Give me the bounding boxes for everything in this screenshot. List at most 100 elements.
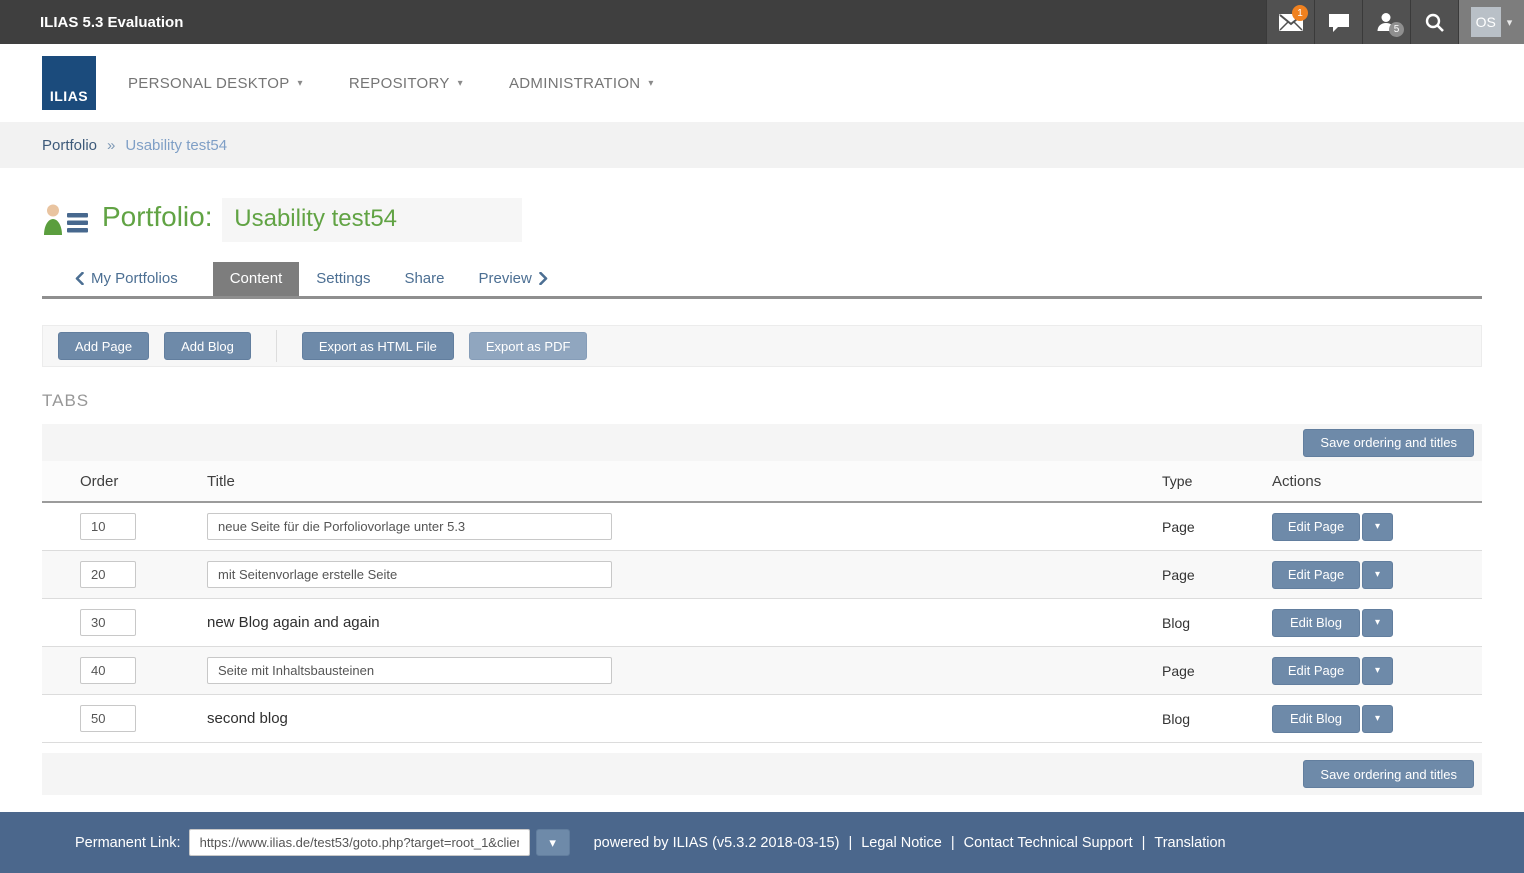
tabs-bar: My Portfolios Content Settings Share Pre… [42, 262, 1482, 299]
chevron-right-icon [539, 272, 548, 285]
contacts-button[interactable]: 5 [1362, 0, 1410, 44]
breadcrumb: Portfolio » Usability test54 [0, 122, 1524, 168]
nav-personal-desktop[interactable]: PERSONAL DESKTOP ▾ [128, 75, 303, 92]
nav-label: ADMINISTRATION [509, 75, 640, 92]
row-dropdown-button[interactable]: ▾ [1362, 561, 1393, 589]
order-input[interactable] [80, 513, 136, 540]
translation-link[interactable]: Translation [1154, 835, 1225, 851]
chevron-left-icon [75, 272, 84, 285]
breadcrumb-current: Usability test54 [125, 137, 227, 154]
table-top-band: Save ordering and titles [42, 424, 1482, 461]
column-header-title: Title [207, 473, 1162, 490]
footer-text: powered by ILIAS (v5.3.2 2018-03-15) | L… [594, 835, 1226, 851]
export-html-button[interactable]: Export as HTML File [302, 332, 454, 360]
edit-blog-button[interactable]: Edit Blog [1272, 609, 1360, 637]
permalink-input[interactable] [189, 829, 530, 856]
tabs-table-panel: Save ordering and titles Order Title Typ… [42, 424, 1482, 795]
user-menu-button[interactable]: OS ▾ [1458, 0, 1524, 44]
tab-share[interactable]: Share [387, 262, 461, 296]
edit-page-button[interactable]: Edit Page [1272, 561, 1360, 589]
title-input[interactable] [207, 657, 612, 684]
footer-separator: | [848, 835, 852, 851]
contact-support-link[interactable]: Contact Technical Support [964, 835, 1133, 851]
tab-preview[interactable]: Preview [461, 262, 564, 296]
title-input[interactable] [207, 561, 612, 588]
column-header-actions: Actions [1272, 473, 1482, 490]
chat-icon [1328, 13, 1350, 32]
chevron-down-icon: ▾ [458, 78, 463, 89]
page-header: Portfolio: Usability test54 [42, 198, 1482, 242]
type-cell: Blog [1162, 711, 1272, 727]
footer-separator: | [1142, 835, 1146, 851]
footer-separator: | [951, 835, 955, 851]
row-dropdown-button[interactable]: ▾ [1362, 705, 1393, 733]
save-ordering-button-top[interactable]: Save ordering and titles [1303, 429, 1474, 457]
tab-settings[interactable]: Settings [299, 262, 387, 296]
nav-items: PERSONAL DESKTOP ▾ REPOSITORY ▾ ADMINIST… [128, 75, 654, 92]
title-cell: second blog [207, 710, 1162, 728]
permalink-dropdown-button[interactable]: ▾ [536, 829, 570, 856]
actions-cell: Edit Blog ▾ [1272, 609, 1482, 637]
row-dropdown-button[interactable]: ▾ [1362, 657, 1393, 685]
tab-label: Preview [478, 270, 531, 287]
portfolio-icon [42, 203, 88, 237]
export-pdf-button[interactable]: Export as PDF [469, 332, 588, 360]
order-cell [42, 657, 207, 684]
tab-content[interactable]: Content [213, 262, 300, 296]
edit-page-button[interactable]: Edit Page [1272, 657, 1360, 685]
column-header-order: Order [42, 473, 207, 490]
table-row: Page Edit Page ▾ [42, 551, 1482, 599]
nav-repository[interactable]: REPOSITORY ▾ [349, 75, 463, 92]
logo-text: ILIAS [50, 88, 88, 104]
row-dropdown-button[interactable]: ▾ [1362, 513, 1393, 541]
row-dropdown-button[interactable]: ▾ [1362, 609, 1393, 637]
tab-label: My Portfolios [91, 270, 178, 287]
chevron-down-icon: ▾ [549, 835, 556, 851]
chat-button[interactable] [1314, 0, 1362, 44]
order-cell [42, 513, 207, 540]
actions-cell: Edit Page ▾ [1272, 657, 1482, 685]
page-title: Portfolio: Usability test54 [102, 198, 522, 242]
top-bar: ILIAS 5.3 Evaluation 1 5 OS ▾ [0, 0, 1524, 44]
edit-blog-button[interactable]: Edit Blog [1272, 705, 1360, 733]
app-title: ILIAS 5.3 Evaluation [40, 14, 183, 31]
title-cell [207, 513, 1162, 540]
title-input[interactable] [207, 513, 612, 540]
order-input[interactable] [80, 657, 136, 684]
mail-button[interactable]: 1 [1266, 0, 1314, 44]
footer: Permanent Link: ▾ powered by ILIAS (v5.3… [0, 812, 1524, 873]
add-page-button[interactable]: Add Page [58, 332, 149, 360]
add-blog-button[interactable]: Add Blog [164, 332, 251, 360]
title-cell [207, 657, 1162, 684]
order-cell [42, 561, 207, 588]
chevron-down-icon: ▾ [1507, 16, 1513, 29]
order-input[interactable] [80, 561, 136, 588]
section-heading-tabs: TABS [42, 391, 1482, 411]
chevron-down-icon: ▾ [648, 78, 653, 89]
actions-cell: Edit Blog ▾ [1272, 705, 1482, 733]
breadcrumb-portfolio-link[interactable]: Portfolio [42, 137, 97, 154]
toolbar-separator [276, 330, 277, 362]
order-input[interactable] [80, 609, 136, 636]
tab-my-portfolios[interactable]: My Portfolios [58, 262, 195, 296]
avatar: OS [1471, 7, 1501, 37]
table-bottom-band: Save ordering and titles [42, 753, 1482, 795]
ilias-logo[interactable]: ILIAS [42, 56, 96, 110]
save-ordering-button-bottom[interactable]: Save ordering and titles [1303, 760, 1474, 788]
mail-badge: 1 [1292, 5, 1308, 21]
table-row: second blog Blog Edit Blog ▾ [42, 695, 1482, 743]
topbar-spacer [183, 0, 1266, 44]
table-row: new Blog again and again Blog Edit Blog … [42, 599, 1482, 647]
toolbar: Add Page Add Blog Export as HTML File Ex… [42, 325, 1482, 367]
title-cell [207, 561, 1162, 588]
legal-notice-link[interactable]: Legal Notice [861, 835, 942, 851]
search-button[interactable] [1410, 0, 1458, 44]
powered-by-text: powered by ILIAS (v5.3.2 2018-03-15) [594, 835, 840, 851]
edit-page-button[interactable]: Edit Page [1272, 513, 1360, 541]
content-area: Portfolio: Usability test54 My Portfolio… [0, 168, 1524, 812]
page-title-prefix: Portfolio: [102, 201, 213, 232]
order-input[interactable] [80, 705, 136, 732]
type-cell: Page [1162, 567, 1272, 583]
nav-administration[interactable]: ADMINISTRATION ▾ [509, 75, 654, 92]
actions-cell: Edit Page ▾ [1272, 513, 1482, 541]
